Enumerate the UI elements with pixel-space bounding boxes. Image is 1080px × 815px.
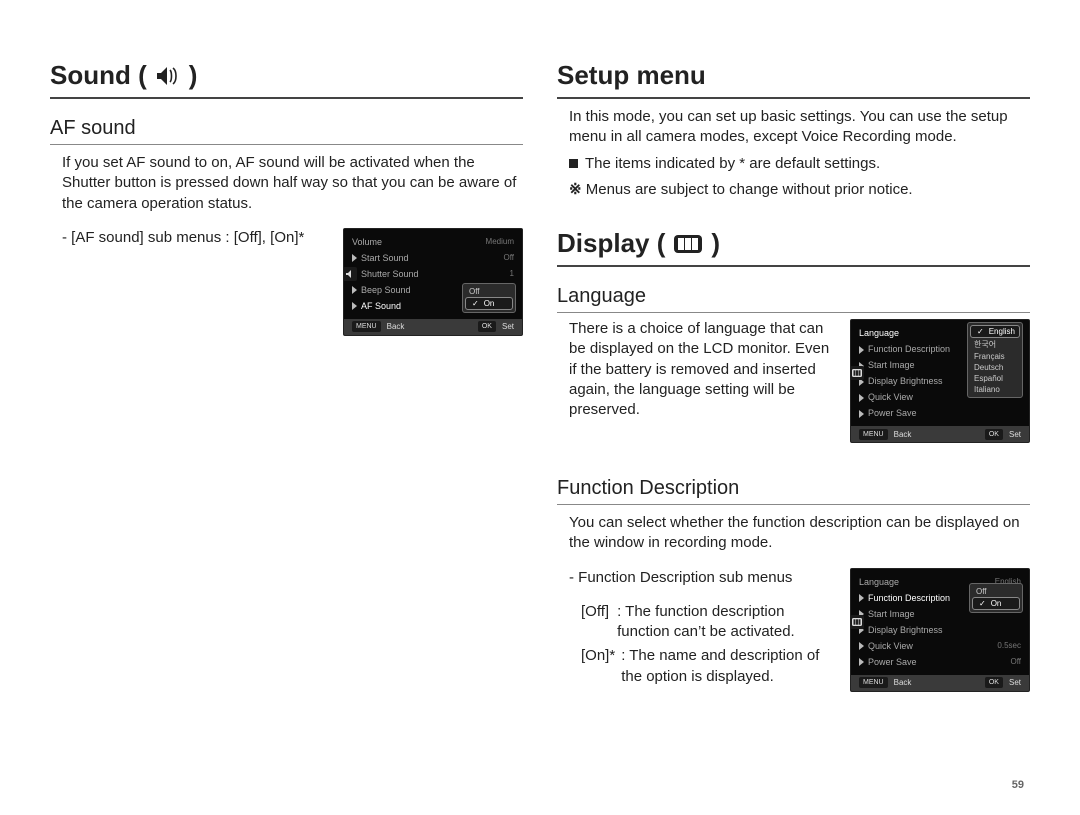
af-sound-heading: AF sound xyxy=(50,117,523,145)
fd-on-label: [On]* xyxy=(581,646,615,687)
language-body: There is a choice of language that can b… xyxy=(569,319,836,420)
setup-note-default: The items indicated by * are default set… xyxy=(557,154,1030,174)
back-label: Back xyxy=(387,322,405,331)
af-shot-popup: Off On xyxy=(462,283,516,313)
fd-on-text: : The name and description of the option… xyxy=(621,646,836,687)
af-sound-body: If you set AF sound to on, AF sound will… xyxy=(50,153,523,214)
display-heading: Display ( ) xyxy=(557,228,1030,267)
menu-pill: MENU xyxy=(352,321,381,332)
function-description-body: You can select whether the function desc… xyxy=(557,513,1030,554)
af-sound-submenus: - [AF sound] sub menus : [Off], [On]* xyxy=(62,228,329,248)
right-column: Setup menu In this mode, you can set up … xyxy=(557,60,1030,785)
af-sound-screenshot: VolumeMedium Start SoundOff Shutter Soun… xyxy=(343,228,523,336)
fd-popup: Off On xyxy=(969,583,1023,613)
display-side-icon xyxy=(850,366,864,380)
fd-off-text: : The function description function can’… xyxy=(617,602,836,643)
language-popup: English 한국어 Français Deutsch Español Ita… xyxy=(967,322,1023,398)
fd-submenus-line: - Function Description sub menus xyxy=(569,568,836,588)
display-heading-text: Display ( xyxy=(557,228,665,259)
sound-heading-close: ) xyxy=(189,60,198,91)
setup-heading: Setup menu xyxy=(557,60,1030,99)
function-description-screenshot: LanguageEnglish Function Description Sta… xyxy=(850,568,1030,692)
set-label: Set xyxy=(502,322,514,331)
language-heading: Language xyxy=(557,285,1030,313)
sound-heading: Sound ( ) xyxy=(50,60,523,99)
ok-pill: OK xyxy=(478,321,496,332)
sound-heading-text: Sound ( xyxy=(50,60,147,91)
speaker-icon xyxy=(155,65,181,87)
display-side-icon-2 xyxy=(850,615,864,629)
af-shot-footer: MENU Back OK Set xyxy=(344,319,522,335)
setup-body: In this mode, you can set up basic setti… xyxy=(557,107,1030,148)
left-column: Sound ( ) AF sound If you set AF sound t… xyxy=(50,60,523,785)
display-icon xyxy=(673,234,703,254)
fd-off-label: [Off] xyxy=(581,602,611,643)
page-number: 59 xyxy=(1012,779,1024,791)
sound-side-icon xyxy=(343,267,357,281)
setup-note-change: ※ Menus are subject to change without pr… xyxy=(557,180,1030,200)
function-description-heading: Function Description xyxy=(557,477,1030,505)
display-heading-close: ) xyxy=(711,228,720,259)
language-screenshot: Language Function Description Start Imag… xyxy=(850,319,1030,443)
square-bullet-icon xyxy=(569,159,578,168)
